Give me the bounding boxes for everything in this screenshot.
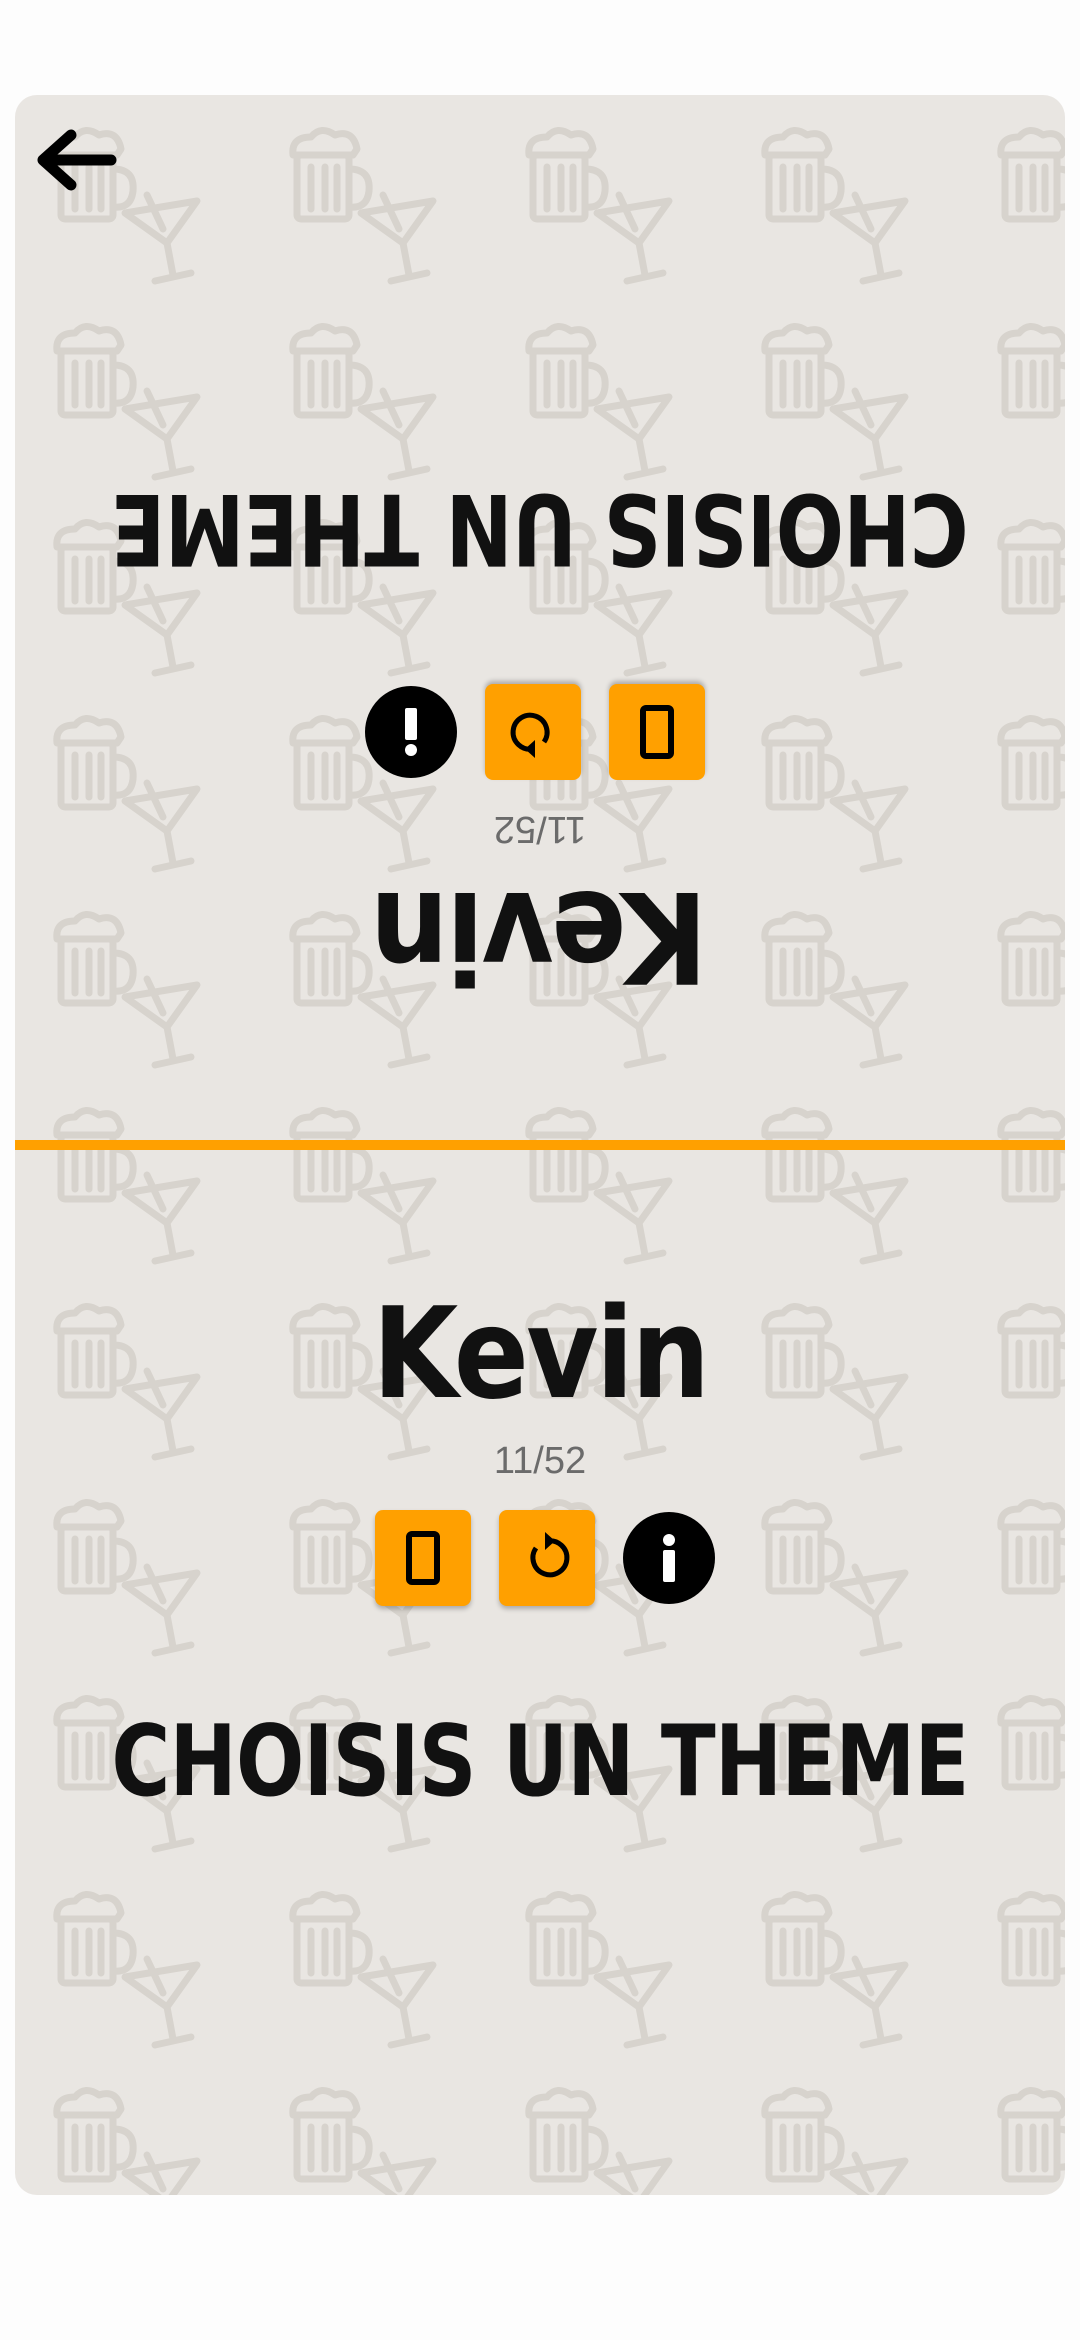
info-icon xyxy=(405,708,417,756)
reload-button[interactable] xyxy=(499,1510,595,1606)
info-button[interactable] xyxy=(365,686,457,778)
info-icon xyxy=(663,1534,675,1582)
question-progress: 11/52 xyxy=(493,1440,587,1482)
info-button[interactable] xyxy=(623,1512,715,1604)
theme-title: CHOISIS UN THEME xyxy=(111,471,969,585)
rotate-icon xyxy=(510,712,550,758)
action-buttons xyxy=(365,684,705,780)
switch-phone-button[interactable] xyxy=(375,1510,471,1606)
phone-icon xyxy=(640,705,674,759)
top-player-panel: Kevin 11/52 CHOISIS UN THEME xyxy=(15,95,1065,1145)
question-progress: 11/52 xyxy=(493,808,587,850)
game-card: Kevin 11/52 CHOISIS UN THEME Kevin 11/52… xyxy=(15,95,1065,2195)
bottom-player-panel: Kevin 11/52 CHOISIS UN THEME xyxy=(15,1145,1065,2195)
switch-phone-button[interactable] xyxy=(609,684,705,780)
phone-icon xyxy=(406,1531,440,1585)
player-name: Kevin xyxy=(372,863,708,1010)
player-name: Kevin xyxy=(372,1280,710,1427)
reload-button[interactable] xyxy=(485,684,581,780)
rotate-icon xyxy=(530,1532,570,1578)
theme-title: CHOISIS UN THEME xyxy=(111,1705,969,1819)
action-buttons xyxy=(375,1510,715,1606)
